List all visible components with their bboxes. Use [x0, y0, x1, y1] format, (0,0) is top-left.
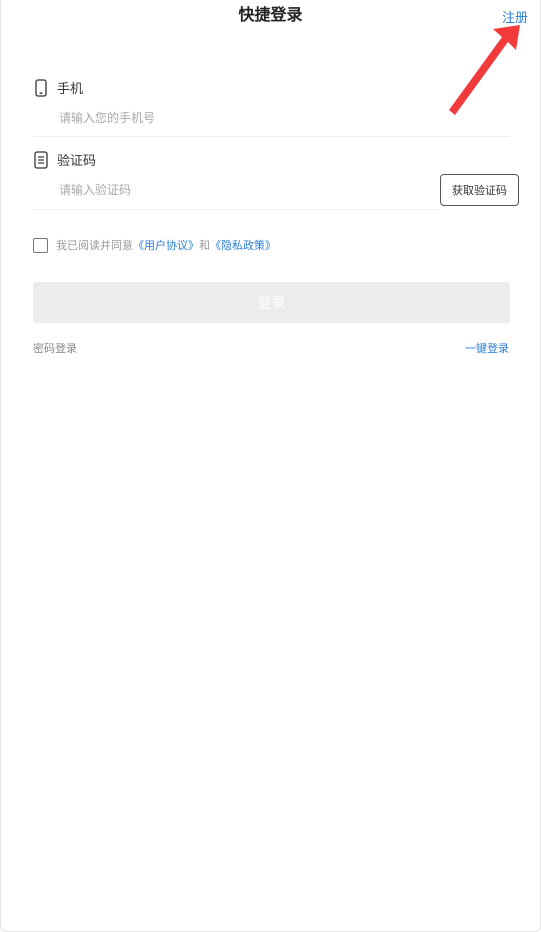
- get-code-button[interactable]: 获取验证码: [440, 174, 519, 206]
- user-agreement-link[interactable]: 《用户协议》: [133, 237, 199, 253]
- code-label-text: 验证码: [57, 154, 97, 169]
- agreement-conjunction: 和: [199, 239, 210, 252]
- phone-divider: [33, 136, 510, 137]
- annotation-arrow: [449, 25, 520, 115]
- agreement-checkbox[interactable]: [33, 237, 48, 253]
- code-input[interactable]: [59, 179, 429, 201]
- phone-label-text: 手机: [57, 82, 84, 97]
- one-click-login-link[interactable]: 一键登录: [465, 340, 509, 356]
- agreement-row: 我已阅读并同意 《用户协议》 和 《隐私政策》: [33, 237, 276, 253]
- phone-input[interactable]: [59, 107, 509, 129]
- login-button[interactable]: 登录: [33, 282, 510, 323]
- code-label: 验证码: [33, 150, 96, 169]
- document-icon: [34, 150, 48, 169]
- phone-label: 手机: [33, 78, 83, 97]
- login-page: 快捷登录 注册 手机 验证码 获取验证码 我已阅读并同意 《用户协议》 和 《隐…: [0, 0, 541, 932]
- code-divider: [33, 209, 440, 210]
- phone-icon: [35, 78, 47, 97]
- privacy-policy-link[interactable]: 《隐私政策》: [210, 237, 276, 253]
- password-login-link[interactable]: 密码登录: [33, 340, 77, 356]
- agreement-prefix: 我已阅读并同意: [56, 239, 133, 252]
